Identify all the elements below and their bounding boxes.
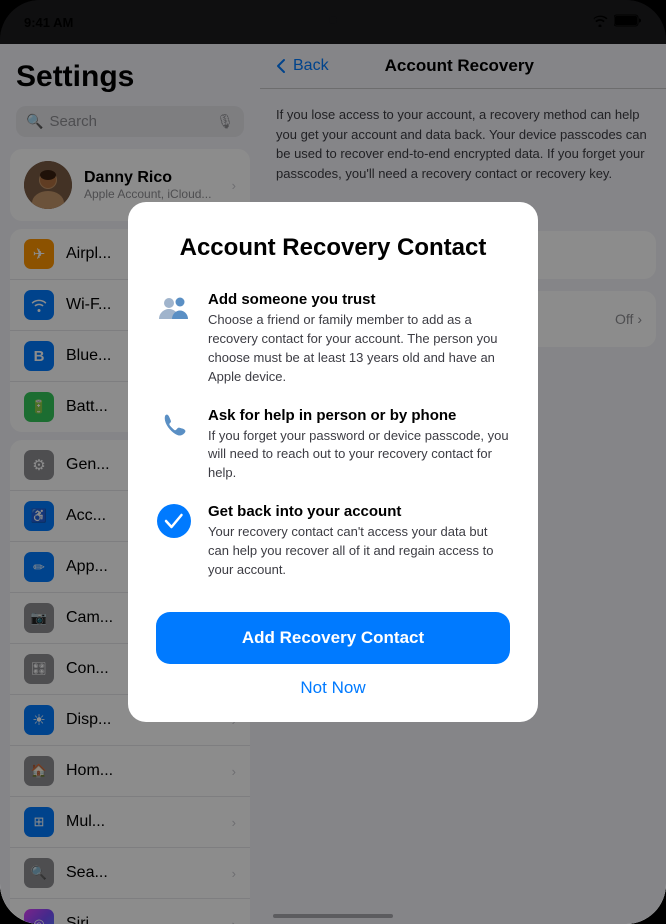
step-help-desc: If you forget your password or device pa… <box>208 427 510 484</box>
step-help-content: Ask for help in person or by phone If yo… <box>208 407 510 484</box>
not-now-button[interactable]: Not Now <box>156 678 510 698</box>
step-access-content: Get back into your account Your recovery… <box>208 503 510 580</box>
modal-backdrop: Account Recovery Contact Ad <box>0 0 666 924</box>
modal-step-trust: Add someone you trust Choose a friend or… <box>156 291 510 386</box>
modal-step-access: Get back into your account Your recovery… <box>156 503 510 580</box>
step-trust-desc: Choose a friend or family member to add … <box>208 311 510 386</box>
modal-step-help: Ask for help in person or by phone If yo… <box>156 407 510 484</box>
step-access-desc: Your recovery contact can't access your … <box>208 523 510 580</box>
phone-icon <box>156 407 192 443</box>
step-trust-content: Add someone you trust Choose a friend or… <box>208 291 510 386</box>
modal-card: Account Recovery Contact Ad <box>128 202 538 721</box>
people-icon <box>156 291 192 327</box>
add-recovery-contact-button[interactable]: Add Recovery Contact <box>156 612 510 664</box>
checkmark-circle-icon <box>156 503 192 539</box>
step-help-title: Ask for help in person or by phone <box>208 407 510 424</box>
modal-steps: Add someone you trust Choose a friend or… <box>156 291 510 579</box>
home-indicator <box>273 914 393 918</box>
modal-title: Account Recovery Contact <box>156 234 510 263</box>
step-trust-title: Add someone you trust <box>208 291 510 308</box>
step-access-title: Get back into your account <box>208 503 510 520</box>
ipad-frame: 9:41 AM Settings 🔍 Search 🎙 <box>0 0 666 924</box>
